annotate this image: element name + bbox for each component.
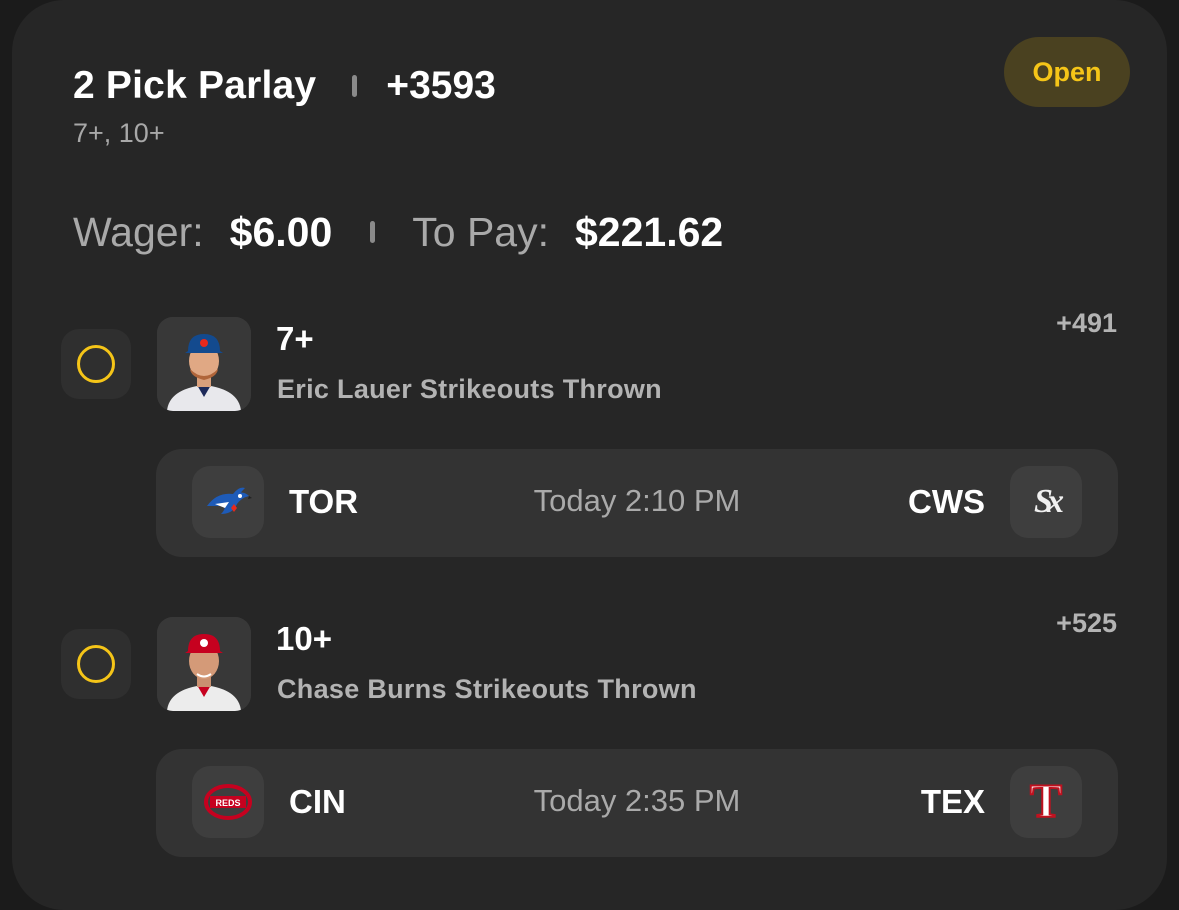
wager-label: Wager: — [73, 208, 204, 255]
wager-value: $6.00 — [229, 208, 333, 255]
pending-circle-icon — [77, 645, 115, 683]
white-sox-logo-icon: Sx — [1034, 483, 1064, 520]
leg-market: Eric Lauer Strikeouts Thrown — [277, 374, 662, 404]
leg-line: 10+ — [276, 620, 332, 657]
team-away: CWS — [908, 483, 985, 520]
player-avatar-icon — [157, 617, 251, 711]
team-logo: T — [1010, 766, 1082, 838]
title-row: 2 Pick Parlay +3593 — [73, 62, 496, 110]
player-avatar-icon — [157, 317, 251, 411]
leg-odds: +525 — [1056, 608, 1117, 638]
parlay-title: 2 Pick Parlay — [73, 64, 317, 107]
leg-line: 7+ — [276, 320, 314, 357]
team-away: TEX — [920, 783, 985, 820]
leg-status-indicator — [61, 329, 131, 399]
divider — [352, 75, 358, 97]
rangers-logo-icon: T — [1029, 775, 1063, 828]
player-headshot — [157, 317, 251, 411]
to-pay-value: $221.62 — [574, 208, 724, 255]
wager-row: Wager: $6.00 To Pay: $221.62 — [73, 206, 723, 258]
to-pay-label: To Pay: — [412, 208, 549, 255]
divider — [370, 221, 376, 243]
leg-status-indicator — [61, 629, 131, 699]
player-headshot — [157, 617, 251, 711]
pending-circle-icon — [77, 345, 115, 383]
leg-odds: +491 — [1056, 308, 1117, 338]
parlay-card[interactable]: 2 Pick Parlay +3593 7+, 10+ Open Wager: … — [12, 0, 1167, 910]
team-logo: Sx — [1010, 466, 1082, 538]
game-info[interactable]: TOR Today 2:10 PM CWS Sx — [156, 449, 1118, 557]
parlay-odds: +3593 — [386, 64, 496, 107]
status-badge: Open — [1004, 37, 1130, 107]
leg-market: Chase Burns Strikeouts Thrown — [277, 674, 697, 704]
parlay-subtitle: 7+, 10+ — [73, 118, 165, 148]
game-info[interactable]: REDS CIN Today 2:35 PM TEX T — [156, 749, 1118, 857]
